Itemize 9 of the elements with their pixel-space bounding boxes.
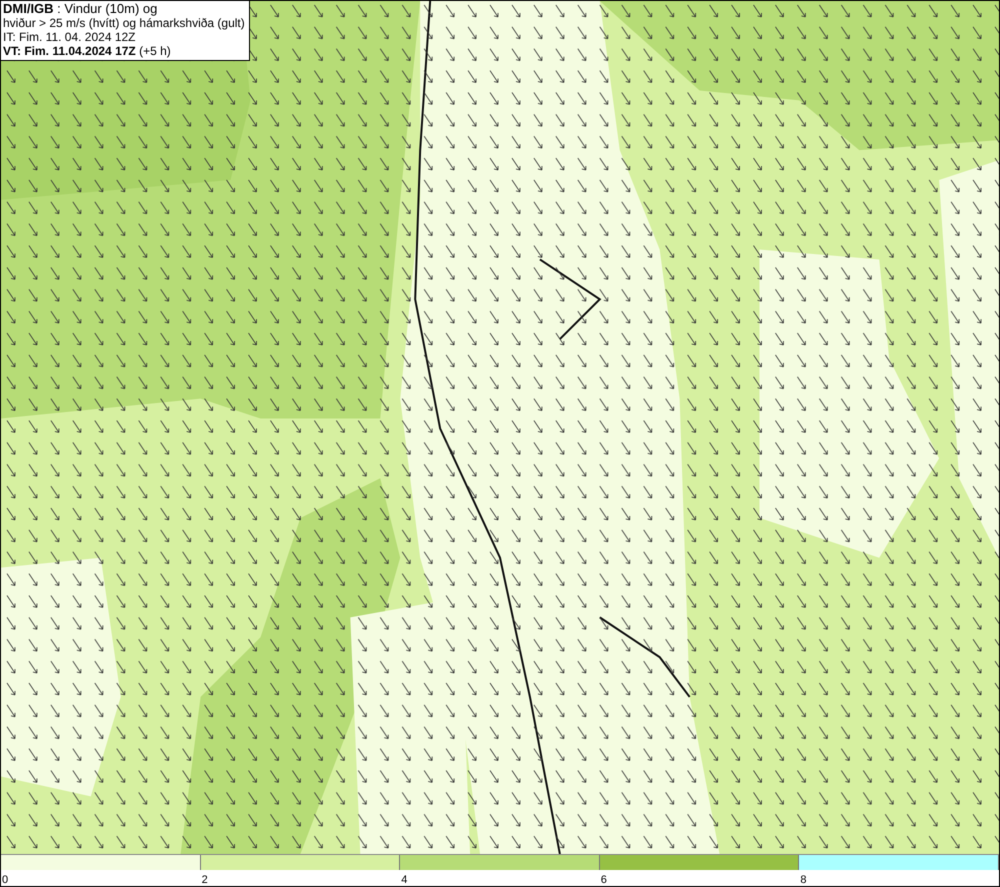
info-text: IT: Fim. 11. 04. 2024 12Z: [3, 30, 137, 44]
info-text: DMI/IGB : Vindur (10m) og: [3, 2, 158, 16]
legend-tick-label: 4: [401, 874, 408, 886]
legend-tick-label: 0: [2, 874, 8, 886]
legend-tick-label: 8: [800, 874, 806, 886]
legend-tick-label: 6: [600, 874, 607, 886]
info-text: VT: Fim. 11.04.2024 17Z (+5 h): [3, 44, 172, 58]
legend-tick-label: 2: [202, 874, 208, 886]
info-text: hviður > 25 m/s (hvítt) og hámarkshviða (gult): [3, 16, 245, 30]
